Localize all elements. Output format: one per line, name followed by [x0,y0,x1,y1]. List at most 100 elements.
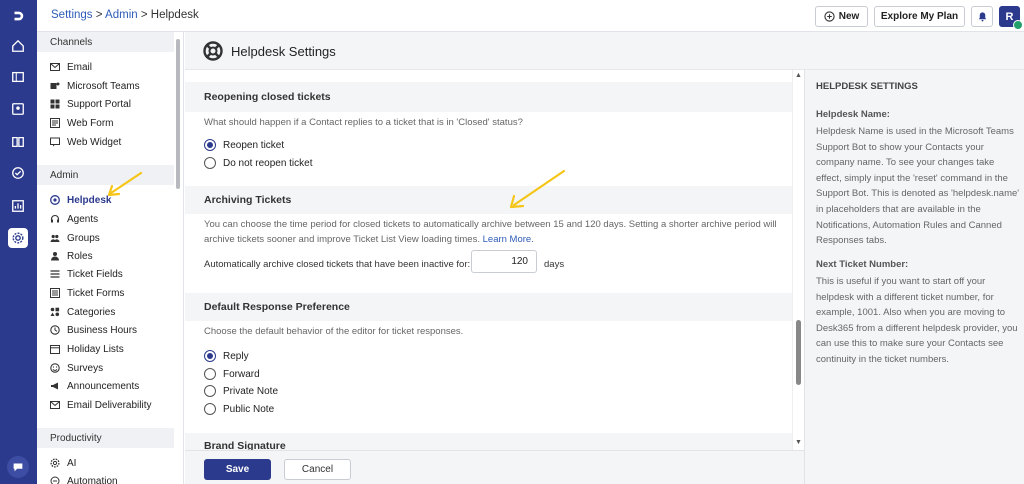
radio-unselected-icon [204,368,216,380]
tasks-icon[interactable] [8,163,28,183]
sidebar-scrollbar[interactable] [176,39,180,189]
form-icon [50,118,60,128]
sidebar-section-productivity: Productivity [37,428,174,448]
archive-days-input[interactable]: 120 [471,250,537,273]
archive-days-unit: days [544,259,565,270]
breadcrumb-settings[interactable]: Settings [51,9,93,21]
envelope-icon [50,401,60,409]
help-title: HELPDESK SETTINGS [816,81,918,92]
sidebar-item-agents[interactable]: Agents [50,211,98,227]
archiving-description: You can choose the time period for close… [204,219,777,245]
widget-icon [50,137,60,147]
section-brand-signature: Brand Signature [185,433,792,450]
chat-icon[interactable] [7,456,29,478]
form-footer: Save Cancel [185,450,805,484]
roles-icon [51,252,59,261]
sidebar-item-categories[interactable]: Categories [50,304,115,320]
radio-unselected-icon [204,385,216,397]
contacts-icon[interactable] [8,99,28,119]
breadcrumb-admin[interactable]: Admin [105,9,138,21]
help-panel: HELPDESK SETTINGS Helpdesk Name: Helpdes… [804,70,1024,484]
breadcrumb: Settings > Admin > Helpdesk [51,9,199,21]
response-pref-description: Choose the default behavior of the edito… [204,326,464,337]
radio-private-note[interactable]: Private Note [204,385,278,397]
learn-more-link[interactable]: Learn More. [483,234,534,245]
megaphone-icon [51,382,58,390]
sidebar-item-ai[interactable]: AI [50,455,76,471]
form-icon [50,288,60,298]
sidebar-item-business-hours[interactable]: Business Hours [50,322,137,338]
radio-unselected-icon [204,403,216,415]
section-archiving: Archiving Tickets [185,186,792,214]
notifications-button[interactable] [971,6,993,27]
settings-form: Reopening closed tickets What should hap… [185,70,792,450]
app-rail [0,0,37,484]
sidebar-item-roles[interactable]: Roles [50,248,93,264]
radio-do-not-reopen[interactable]: Do not reopen ticket [204,157,313,169]
radio-unselected-icon [204,157,216,169]
radio-selected-icon [204,350,216,362]
app-logo-icon[interactable] [8,6,28,26]
radio-reopen-ticket[interactable]: Reopen ticket [204,139,284,151]
top-bar: Settings > Admin > Helpdesk New Explore … [37,0,1024,32]
teams-icon [50,82,60,89]
gear-icon [50,458,60,468]
sidebar-item-automation[interactable]: Automation [50,473,118,484]
radio-reply[interactable]: Reply [204,350,249,362]
annotation-arrow-icon [509,169,566,209]
sidebar-item-web-widget[interactable]: Web Widget [50,134,121,150]
section-title: Default Response Preference [204,301,350,313]
explore-my-plan-button[interactable]: Explore My Plan [874,6,965,27]
plus-circle-icon [824,11,835,22]
scrollbar-thumb[interactable] [796,320,801,385]
help-name-heading: Helpdesk Name: [816,109,890,120]
sidebar-item-web-form[interactable]: Web Form [50,115,114,131]
save-button[interactable]: Save [204,459,271,480]
sidebar-item-microsoft-teams[interactable]: Microsoft Teams [50,78,140,94]
sidebar-item-groups[interactable]: Groups [50,230,100,246]
scroll-down-icon[interactable]: ▼ [795,439,802,446]
settings-icon[interactable] [8,228,28,248]
help-next-heading: Next Ticket Number: [816,259,909,270]
avatar[interactable]: R [999,6,1023,30]
radio-public-note[interactable]: Public Note [204,403,274,415]
section-response-preference: Default Response Preference [185,293,792,321]
list-icon [50,270,60,278]
sidebar-item-ticket-forms[interactable]: Ticket Forms [50,285,124,301]
help-name-text: Helpdesk Name is used in the Microsoft T… [816,126,1020,247]
settings-sidebar: Channels Email Microsoft Teams Support P… [37,32,184,484]
section-reopening: Reopening closed tickets [185,82,792,112]
sidebar-item-helpdesk[interactable]: Helpdesk [50,192,111,208]
portal-icon [50,99,60,109]
sidebar-item-holiday-lists[interactable]: Holiday Lists [50,341,124,357]
archive-field-label: Automatically archive closed tickets tha… [204,259,471,270]
new-button[interactable]: New [815,6,868,27]
tickets-icon[interactable] [8,67,28,87]
sidebar-item-ticket-fields[interactable]: Ticket Fields [50,266,123,282]
helpdesk-icon [50,195,60,205]
online-status-icon [1013,20,1023,30]
page-header: Helpdesk Settings [185,32,1024,70]
home-icon[interactable] [8,36,28,56]
envelope-icon [50,63,60,71]
reopening-question: What should happen if a Contact replies … [204,117,523,128]
section-title: Reopening closed tickets [204,91,331,103]
page-title: Helpdesk Settings [231,44,336,59]
section-title: Archiving Tickets [204,194,292,206]
reports-icon[interactable] [8,196,28,216]
sidebar-item-announcements[interactable]: Announcements [50,378,139,394]
radio-selected-icon [204,139,216,151]
cancel-button[interactable]: Cancel [284,459,351,480]
categories-icon [50,307,60,317]
sidebar-item-email[interactable]: Email [50,59,92,75]
sidebar-item-surveys[interactable]: Surveys [50,360,103,376]
bell-icon [978,12,986,22]
main-scrollbar[interactable]: ▲ ▼ [792,70,804,450]
sidebar-item-support-portal[interactable]: Support Portal [50,96,131,112]
scroll-up-icon[interactable]: ▲ [795,72,802,79]
radio-forward[interactable]: Forward [204,368,260,380]
sidebar-item-email-deliverability[interactable]: Email Deliverability [50,397,151,413]
knowledge-base-icon[interactable] [8,132,28,152]
groups-icon [50,234,60,242]
lifebuoy-icon [203,41,223,61]
